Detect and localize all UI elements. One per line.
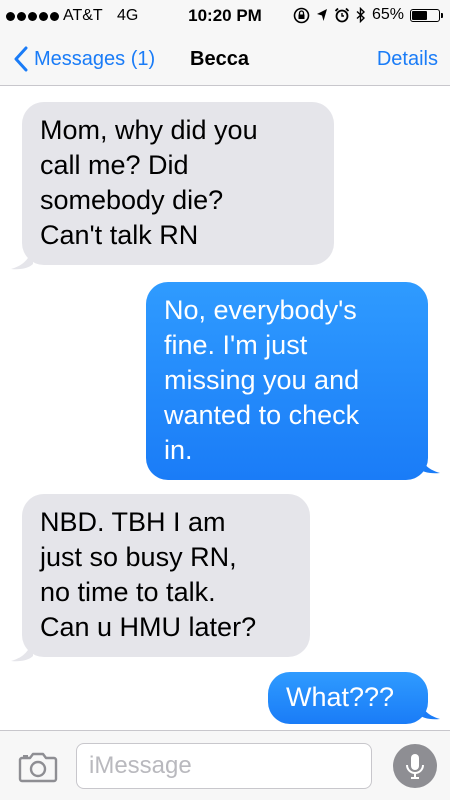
message-line: Mom, why did you — [40, 115, 258, 145]
battery-level-fill — [412, 10, 427, 20]
battery-percent: 65% — [371, 6, 404, 23]
alarm-icon — [334, 7, 350, 23]
camera-button[interactable] — [18, 751, 58, 783]
conversation-thread: Mom, why did you call me? Did somebody d… — [0, 86, 450, 730]
imessage-text-field[interactable] — [76, 743, 372, 789]
dictation-button[interactable] — [392, 743, 438, 789]
bluetooth-icon — [356, 7, 365, 23]
message-line: just so busy RN, — [40, 542, 237, 572]
message-bubble-incoming[interactable]: Mom, why did you call me? Did somebody d… — [22, 102, 334, 265]
message-input-bar — [0, 730, 450, 800]
message-bubble-outgoing[interactable]: What??? — [268, 672, 428, 724]
details-button[interactable]: Details — [377, 48, 438, 71]
status-bar: AT&T 4G 10:20 PM 65% — [0, 0, 450, 34]
location-icon — [316, 9, 327, 21]
battery-icon — [410, 8, 443, 22]
chevron-left-icon — [8, 42, 34, 76]
message-line: Can u HMU later? — [40, 612, 257, 642]
status-icons: 65% — [293, 6, 443, 24]
message-line: fine. I'm just — [164, 330, 308, 360]
message-line: missing you and — [164, 365, 360, 395]
message-bubble-outgoing[interactable]: No, everybody's fine. I'm just missing y… — [146, 282, 428, 480]
lock-rotation-icon — [293, 7, 310, 23]
back-button-label: Messages (1) — [34, 47, 156, 70]
camera-icon — [18, 752, 58, 783]
message-line: somebody die? — [40, 185, 224, 215]
microphone-icon — [393, 744, 437, 788]
message-bubble-incoming[interactable]: NBD. TBH I am just so busy RN, no time t… — [22, 494, 310, 657]
message-line: in. — [164, 435, 193, 465]
messages-screen: AT&T 4G 10:20 PM 65% Messages (1) Becca … — [0, 0, 450, 800]
message-line: call me? Did — [40, 150, 189, 180]
message-line: What??? — [286, 682, 395, 712]
back-to-messages-button[interactable]: Messages (1) — [8, 42, 155, 76]
message-line: no time to talk. — [40, 577, 216, 607]
contact-name-title: Becca — [190, 48, 249, 70]
message-line: NBD. TBH I am — [40, 507, 226, 537]
message-line: Can't talk RN — [40, 220, 199, 250]
message-line: No, everybody's — [164, 295, 357, 325]
message-line: wanted to check — [164, 400, 360, 430]
navigation-bar: Messages (1) Becca Details — [0, 34, 450, 86]
